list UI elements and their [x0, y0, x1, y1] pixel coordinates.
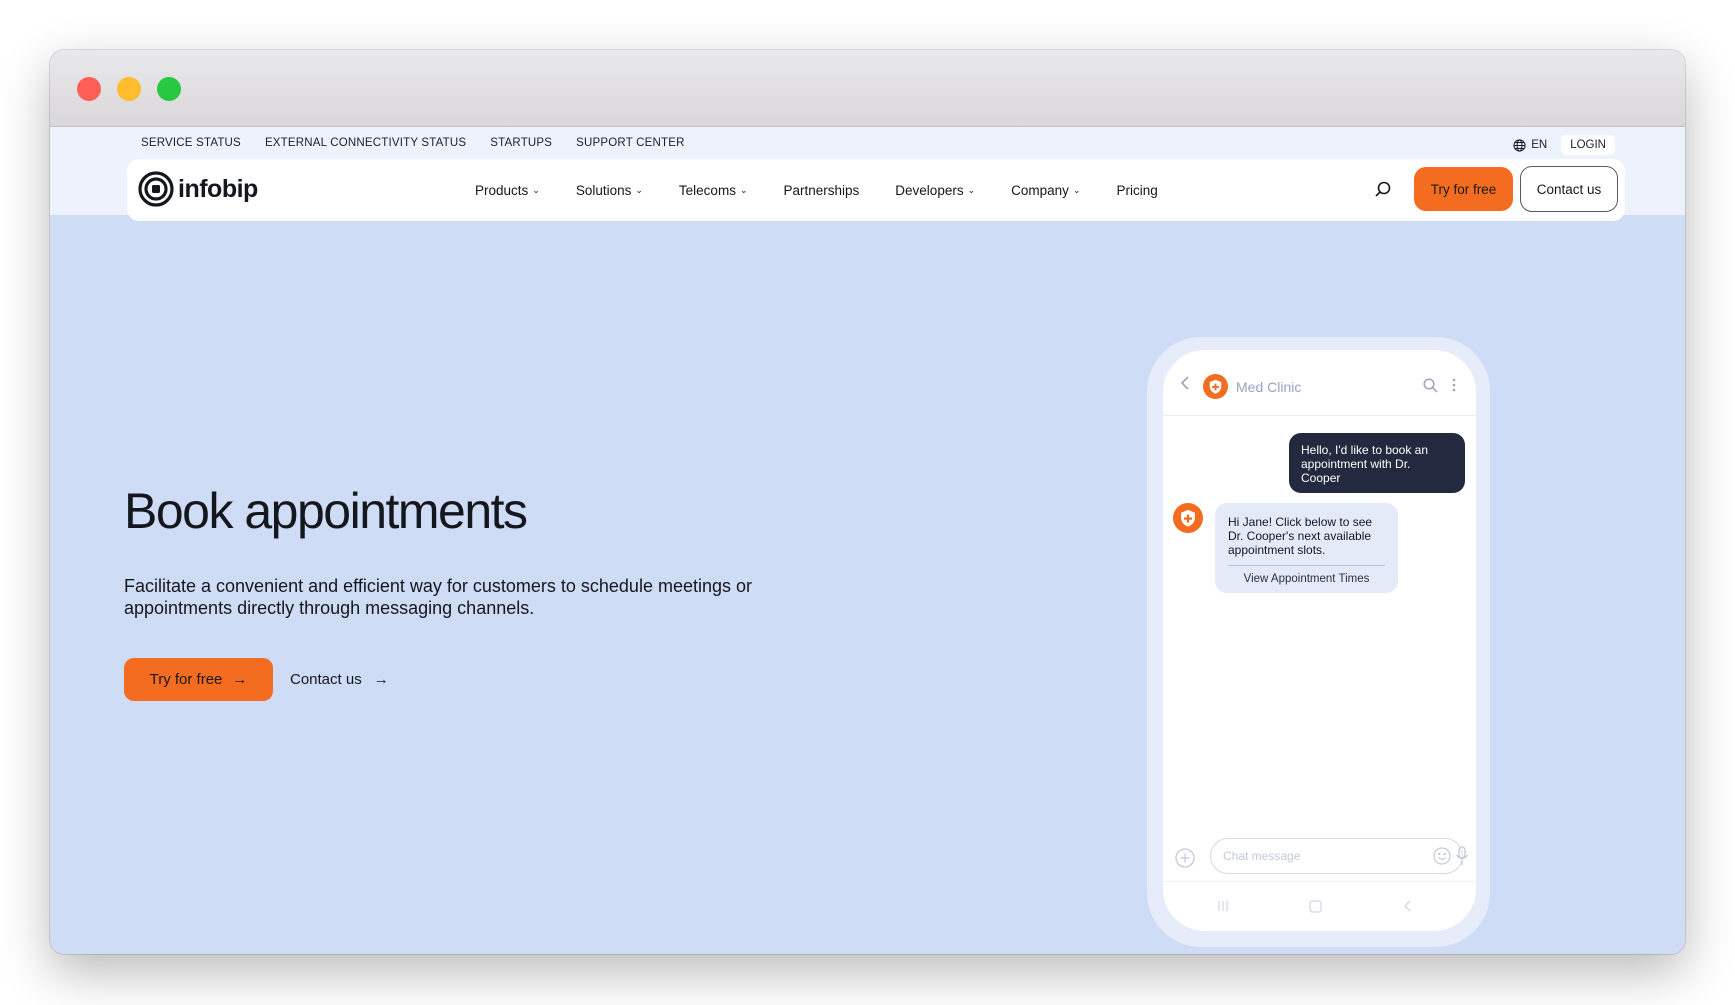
nav-solutions[interactable]: Solutions ⌄ [558, 183, 661, 198]
try-for-free-label: Try for free [149, 671, 223, 688]
nav-company-label: Company [1011, 182, 1069, 198]
medical-shield-icon [1173, 503, 1203, 533]
search-icon[interactable] [1423, 378, 1438, 393]
plus-circle-icon[interactable] [1175, 848, 1195, 868]
bubble-divider [1228, 565, 1385, 566]
view-appointment-times-button[interactable]: View Appointment Times [1215, 572, 1398, 586]
home-icon[interactable] [1309, 900, 1322, 913]
web-page: SERVICE STATUS EXTERNAL CONNECTIVITY STA… [50, 127, 1685, 954]
chevron-down-icon: ⌄ [967, 184, 976, 195]
hero-title: Book appointments [124, 483, 528, 539]
outgoing-message-bubble: Hello, I'd like to book an appointment w… [1289, 433, 1465, 493]
maximize-window-button[interactable] [157, 77, 181, 101]
language-label: EN [1531, 139, 1548, 151]
close-window-button[interactable] [77, 77, 101, 101]
contact-us-label: Contact us [290, 671, 362, 688]
incoming-message-text: Hi Jane! Click below to see Dr. Cooper's… [1228, 515, 1373, 557]
phone-navigation-bar [1163, 881, 1476, 931]
more-vertical-icon[interactable] [1451, 377, 1457, 393]
back-chevron-icon[interactable] [1180, 376, 1192, 390]
mic-icon[interactable] [1455, 846, 1469, 866]
chevron-down-icon: ⌄ [635, 184, 643, 195]
chevron-down-icon: ⌄ [739, 184, 748, 195]
logo-text: infobip [178, 174, 258, 203]
nav-developers[interactable]: Developers ⌄ [877, 183, 993, 198]
search-icon[interactable] [1373, 179, 1393, 199]
login-link[interactable]: LOGIN [1561, 135, 1615, 155]
contact-us-link[interactable]: Contact us → [290, 658, 389, 701]
chat-input-placeholder: Chat message [1223, 849, 1301, 863]
emoji-icon[interactable] [1433, 847, 1451, 865]
hero-description: Facilitate a convenient and efficient wa… [124, 576, 752, 618]
globe-icon [1513, 138, 1526, 152]
incoming-message-bubble: Hi Jane! Click below to see Dr. Cooper's… [1215, 503, 1398, 593]
try-for-free-nav-button[interactable]: Try for free [1414, 167, 1513, 211]
nav-telecoms[interactable]: Telecoms ⌄ [661, 183, 766, 198]
nav-partnerships-label: Partnerships [783, 182, 860, 198]
infobip-logo-icon [138, 171, 174, 207]
primary-nav: Products ⌄ Solutions ⌄ Telecoms ⌄ Partnersh… [457, 159, 1176, 221]
nav-developers-label: Developers [895, 182, 964, 198]
nav-solutions-label: Solutions [575, 182, 632, 198]
service-status-link[interactable]: SERVICE STATUS [141, 137, 241, 149]
chat-message-input[interactable]: Chat message [1210, 838, 1469, 874]
arrow-right-icon: → [232, 671, 248, 688]
infobip-logo[interactable]: infobip [138, 171, 258, 207]
nav-products[interactable]: Products ⌄ [457, 183, 558, 198]
browser-window: SERVICE STATUS EXTERNAL CONNECTIVITY STA… [50, 50, 1685, 954]
chevron-down-icon: ⌄ [1072, 184, 1081, 195]
arrow-right-icon: → [373, 671, 389, 688]
nav-pricing-label: Pricing [1116, 182, 1158, 198]
contact-us-nav-button[interactable]: Contact us [1520, 166, 1618, 212]
nav-pricing[interactable]: Pricing [1098, 183, 1175, 198]
support-center-link[interactable]: SUPPORT CENTER [576, 137, 684, 149]
startups-link[interactable]: STARTUPS [490, 137, 552, 149]
minimize-window-button[interactable] [117, 77, 141, 101]
nav-telecoms-label: Telecoms [678, 182, 736, 198]
language-selector[interactable]: EN [1513, 138, 1548, 152]
medical-shield-icon [1203, 374, 1228, 399]
nav-products-label: Products [475, 182, 529, 198]
nav-company[interactable]: Company ⌄ [993, 183, 1098, 198]
utility-links: SERVICE STATUS EXTERNAL CONNECTIVITY STA… [141, 137, 685, 149]
recent-apps-icon[interactable] [1217, 900, 1229, 912]
external-connectivity-status-link[interactable]: EXTERNAL CONNECTIVITY STATUS [265, 137, 466, 149]
phone-screen: Med Clinic Hello, I'd like to book an ap… [1163, 350, 1476, 931]
main-navbar: infobip Products ⌄ Solutions ⌄ Telecoms ⌄ P… [127, 159, 1625, 221]
chevron-down-icon: ⌄ [532, 184, 540, 195]
utility-right: EN LOGIN [1513, 135, 1615, 155]
nav-partnerships[interactable]: Partnerships [766, 183, 878, 198]
window-titlebar [50, 50, 1685, 127]
chat-title: Med Clinic [1236, 379, 1302, 395]
back-chevron-icon[interactable] [1403, 899, 1413, 913]
chat-header: Med Clinic [1163, 350, 1476, 416]
try-for-free-button[interactable]: Try for free → [124, 658, 273, 701]
